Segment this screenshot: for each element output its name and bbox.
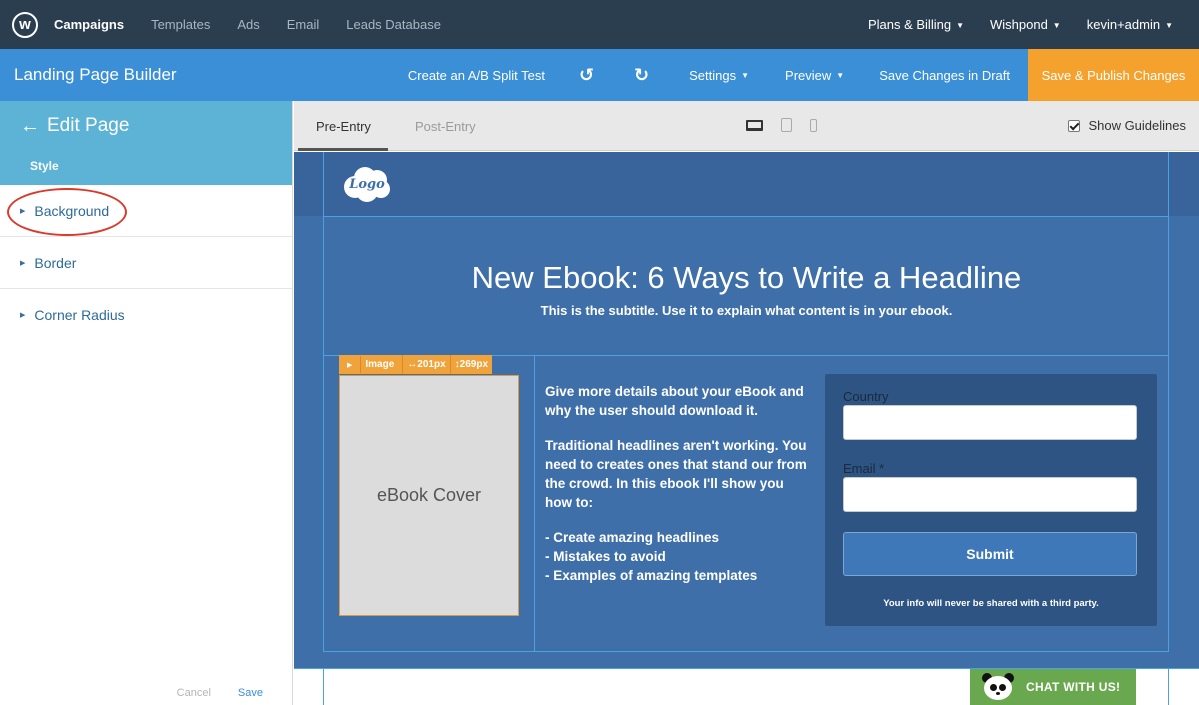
guideline: [323, 651, 1169, 652]
guidelines-checkbox[interactable]: [1068, 119, 1081, 132]
details-paragraph: Give more details about your eBook and w…: [545, 384, 804, 418]
nav-user-menu[interactable]: kevin+admin ▼: [1087, 17, 1173, 32]
panda-eye: [990, 684, 997, 691]
guideline: [323, 669, 324, 705]
ebook-cover-image[interactable]: eBook Cover: [339, 375, 519, 616]
nav-plans-billing[interactable]: Plans & Billing ▼: [868, 17, 964, 32]
caret-down-icon: ▼: [1052, 21, 1061, 31]
logo-section[interactable]: [294, 152, 1199, 216]
show-guidelines-toggle[interactable]: Show Guidelines: [1068, 118, 1186, 133]
row-background[interactable]: ▶ Background: [0, 185, 292, 237]
tab-style[interactable]: Style: [30, 159, 59, 173]
tab-pre-entry[interactable]: Pre-Entry: [316, 119, 371, 134]
device-switcher: [746, 118, 817, 132]
preview-dropdown[interactable]: Preview ▼: [785, 68, 844, 83]
save-publish-button[interactable]: Save & Publish Changes: [1028, 49, 1199, 101]
email-input[interactable]: [843, 477, 1137, 512]
submit-button[interactable]: Submit: [843, 532, 1137, 576]
expand-triangle-icon: ▶: [20, 207, 26, 215]
expand-triangle-icon: ▶: [20, 312, 26, 319]
play-triangle-icon: ▶: [347, 361, 353, 369]
laptop-icon[interactable]: [746, 119, 763, 131]
caret-down-icon: ▼: [956, 21, 964, 31]
save-draft-button[interactable]: Save Changes in Draft: [879, 68, 1010, 83]
ab-split-test-button[interactable]: Create an A/B Split Test: [408, 68, 545, 83]
row-label: Corner Radius: [34, 307, 125, 323]
guideline: [534, 355, 535, 651]
nav-campaigns[interactable]: Campaigns: [54, 17, 124, 32]
list-item: - Examples of amazing templates: [545, 568, 758, 583]
panel-footer: Cancel Save: [0, 681, 292, 705]
panda-icon: [980, 672, 1016, 702]
chat-widget[interactable]: CHAT WITH US!: [970, 669, 1136, 705]
privacy-note: Your info will never be shared with a th…: [883, 598, 1099, 609]
image-width: ↔201px: [402, 355, 449, 374]
panda-face: [984, 676, 1012, 700]
panel-header: ← Edit Page Style: [0, 101, 292, 185]
caret-down-icon: ▼: [836, 70, 845, 80]
back-arrow-icon[interactable]: ←: [20, 115, 40, 138]
panda-eye: [999, 684, 1006, 691]
caret-down-icon: ▼: [1165, 21, 1173, 31]
canvas-toolbar: Pre-Entry Post-Entry Show Guidelines: [294, 101, 1199, 151]
image-height: ↕269px: [449, 355, 492, 374]
guideline: [1168, 669, 1169, 705]
country-input[interactable]: [843, 405, 1137, 440]
row-corner-radius[interactable]: ▶ Corner Radius: [0, 289, 292, 341]
details-paragraph: Traditional headlines aren't working. Yo…: [545, 438, 807, 510]
guideline: [323, 152, 324, 652]
nav-templates[interactable]: Templates: [151, 17, 210, 32]
redo-icon[interactable]: ↻: [634, 65, 649, 86]
guideline: [1168, 152, 1169, 652]
builder-title: Landing Page Builder: [14, 65, 177, 84]
nav-email[interactable]: Email: [287, 17, 320, 32]
guideline: [323, 216, 1169, 217]
cloud-logo[interactable]: Logo: [341, 165, 393, 203]
caret-down-icon: ▼: [741, 70, 750, 80]
image-label[interactable]: ▶ Image: [339, 355, 402, 374]
builder-actions: Create an A/B Split Test ↺ ↻ Settings ▼ P…: [378, 49, 1199, 101]
expand-triangle-icon: ▶: [20, 259, 26, 267]
guidelines-label: Show Guidelines: [1088, 118, 1186, 133]
list-item: - Mistakes to avoid: [545, 549, 666, 564]
builder-toolbar: Landing Page Builder Create an A/B Split…: [0, 49, 1199, 101]
row-label: Border: [34, 254, 77, 271]
panel-title: Edit Page: [47, 115, 130, 136]
save-button[interactable]: Save: [238, 687, 263, 699]
cancel-button[interactable]: Cancel: [177, 687, 211, 699]
image-toolbar[interactable]: ▶ Image ↔201px ↕269px: [339, 355, 493, 374]
tab-post-entry[interactable]: Post-Entry: [415, 119, 476, 134]
row-border[interactable]: ▶ Border: [0, 237, 292, 289]
page-subtitle[interactable]: This is the subtitle. Use it to explain …: [294, 303, 1199, 318]
undo-icon[interactable]: ↺: [579, 65, 594, 86]
email-label: Email *: [843, 461, 885, 476]
landing-page-canvas: Logo New Ebook: 6 Ways to Write a Headli…: [294, 152, 1199, 705]
page-headline[interactable]: New Ebook: 6 Ways to Write a Headline: [294, 260, 1199, 296]
panda-nose: [996, 692, 1000, 695]
top-navigation: w Campaigns Templates Ads Email Leads Da…: [0, 0, 1199, 49]
settings-dropdown[interactable]: Settings ▼: [689, 68, 749, 83]
details-list: - Create amazing headlines - Mistakes to…: [545, 528, 810, 585]
nav-wishpond[interactable]: Wishpond ▼: [990, 17, 1061, 32]
phone-icon[interactable]: [810, 118, 817, 132]
lead-form[interactable]: Country Email * Submit Your info will ne…: [825, 374, 1157, 626]
row-label: Background: [34, 202, 110, 219]
wishpond-logo[interactable]: w: [12, 11, 38, 38]
tablet-icon[interactable]: [781, 118, 792, 132]
country-label: Country: [843, 389, 889, 404]
active-tab-indicator: [298, 148, 388, 151]
nav-leads-database[interactable]: Leads Database: [346, 17, 441, 32]
edit-page-panel: ← Edit Page Style ▶ Background ▶ Border …: [0, 101, 293, 705]
logo-text: Logo: [349, 176, 385, 192]
top-nav-right: Plans & Billing ▼ Wishpond ▼ kevin+admin ▼: [842, 17, 1199, 32]
ebook-details[interactable]: Give more details about your eBook and w…: [545, 382, 810, 585]
chat-label: CHAT WITH US!: [1026, 680, 1121, 694]
nav-ads[interactable]: Ads: [237, 17, 259, 32]
list-item: - Create amazing headlines: [545, 530, 720, 545]
